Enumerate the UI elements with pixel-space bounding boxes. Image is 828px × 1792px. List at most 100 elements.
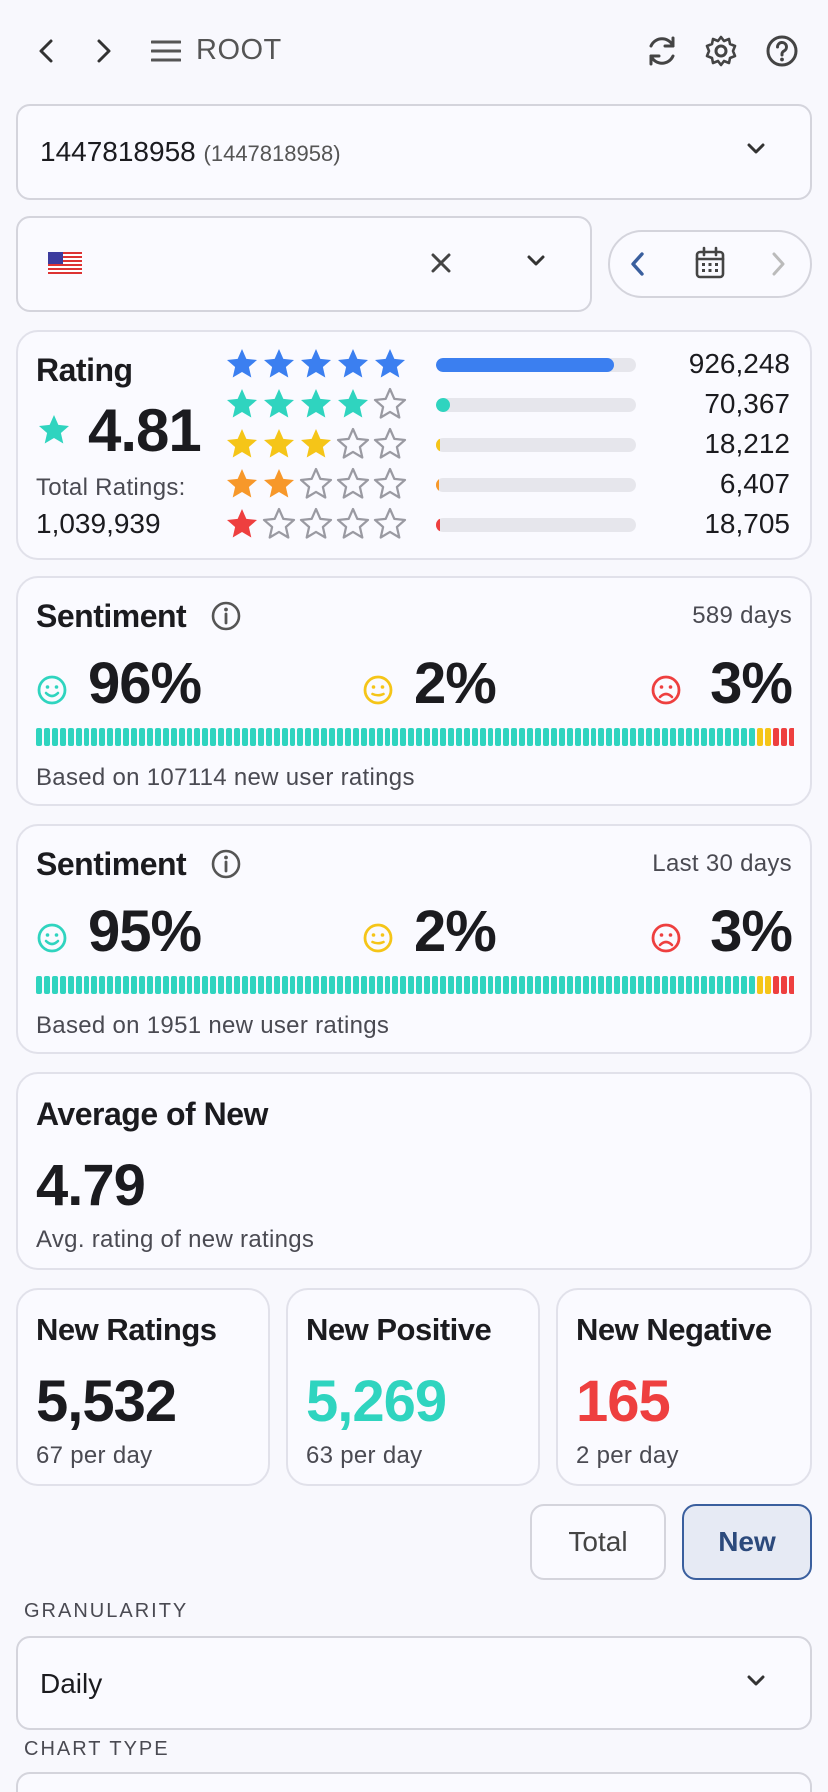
sentiment-segment (622, 976, 629, 994)
sentiment-segment (606, 728, 613, 746)
sentiment-segment (321, 728, 328, 746)
sentiment-segment (329, 976, 336, 994)
next-date-icon[interactable] (768, 250, 788, 283)
star-filled-icon (298, 386, 334, 427)
info-icon[interactable] (210, 848, 242, 885)
sentiment-segment (313, 728, 320, 746)
sentiment-segment (511, 976, 518, 994)
stat-title: New Negative (576, 1312, 772, 1347)
sentiment-segment (107, 976, 114, 994)
rating-distribution-bar (436, 438, 636, 452)
sentiment-segment (661, 976, 668, 994)
star-empty-icon (372, 466, 408, 507)
granularity-select[interactable]: Daily (16, 1636, 812, 1730)
app-select[interactable]: 1447818958 (1447818958) (16, 104, 812, 200)
sentiment-segment (717, 728, 724, 746)
sentiment-segment (440, 976, 446, 994)
chart-type-select[interactable] (16, 1772, 812, 1792)
granularity-label: GRANULARITY (24, 1600, 189, 1622)
clear-icon[interactable] (428, 250, 454, 281)
sentiment-segment (408, 976, 415, 994)
sentiment-segment (788, 976, 794, 994)
gear-icon[interactable] (699, 29, 743, 73)
back-icon[interactable] (24, 29, 68, 73)
sentiment-segment (99, 728, 106, 746)
previous-date-icon[interactable] (628, 250, 648, 283)
sentiment-period: Last 30 days (652, 850, 792, 877)
stat-caption: 63 per day (306, 1442, 423, 1469)
sentiment-segment (503, 976, 510, 994)
sentiment-segment (685, 728, 692, 746)
sentiment-segment (226, 728, 233, 746)
sentiment-segment (511, 728, 518, 746)
star-filled-icon (224, 506, 260, 547)
help-icon[interactable] (760, 29, 804, 73)
sentiment-footer: Based on 1951 new user ratings (36, 1012, 390, 1039)
sentiment-segment (91, 728, 98, 746)
sentiment-segment (479, 976, 486, 994)
country-select[interactable] (16, 216, 592, 312)
new-toggle-button[interactable]: New (682, 1504, 812, 1580)
date-range-control (608, 230, 812, 298)
sentiment-segment (400, 976, 407, 994)
star-filled-icon (335, 386, 371, 427)
rating-count: 926,248 (688, 348, 790, 379)
forward-icon[interactable] (82, 29, 126, 73)
sentiment-segment (51, 728, 58, 746)
average-new-card: Average of New 4.79 Avg. rating of new r… (16, 1072, 812, 1270)
sentiment-segment (471, 728, 478, 746)
sentiment-segment (368, 976, 375, 994)
stat-card-new-ratings: New Ratings 5,532 67 per day (16, 1288, 270, 1486)
sentiment-segment (400, 728, 407, 746)
star-filled-icon (298, 426, 334, 467)
sentiment-segment (741, 976, 747, 994)
star-rating-row (224, 506, 408, 547)
sentiment-segment (519, 728, 526, 746)
sentiment-segment (614, 728, 621, 746)
sentiment-segment (725, 976, 732, 994)
sentiment-segment (677, 728, 684, 746)
sentiment-segment (527, 728, 534, 746)
sentiment-segment (455, 976, 462, 994)
sentiment-segment (289, 976, 296, 994)
sentiment-segment (257, 728, 264, 746)
sentiment-segment (693, 976, 700, 994)
sentiment-segment (305, 976, 312, 994)
menu-icon[interactable] (144, 29, 188, 73)
sentiment-segment (249, 728, 256, 746)
stat-card-new-positive: New Positive 5,269 63 per day (286, 1288, 540, 1486)
sentiment-segment (154, 728, 161, 746)
total-toggle-button[interactable]: Total (530, 1504, 666, 1580)
sentiment-segment (273, 976, 280, 994)
sentiment-segment (99, 976, 106, 994)
sentiment-segment (234, 976, 240, 994)
sentiment-segment (194, 728, 201, 746)
stat-caption: 67 per day (36, 1442, 153, 1469)
calendar-icon[interactable] (694, 246, 726, 285)
sentiment-segment (590, 728, 597, 746)
star-empty-icon (372, 386, 408, 427)
rating-bar-fill (436, 358, 614, 372)
star-filled-icon (224, 346, 260, 387)
sentiment-segment (138, 728, 145, 746)
star-filled-icon (298, 346, 334, 387)
rating-bar-fill (436, 438, 440, 452)
chevron-down-icon (526, 254, 546, 273)
rating-distribution-bar (436, 358, 636, 372)
negative-percent: 3% (710, 899, 793, 964)
info-icon[interactable] (210, 600, 242, 637)
sentiment-segment (653, 976, 660, 994)
star-icon (36, 412, 72, 453)
sentiment-segment (653, 728, 660, 746)
refresh-icon[interactable] (640, 29, 684, 73)
sentiment-segment (495, 728, 502, 746)
sentiment-segment (685, 976, 692, 994)
sentiment-segment (756, 976, 763, 994)
total-ratings-value: 1,039,939 (36, 508, 161, 539)
sentiment-segment (170, 728, 177, 746)
sentiment-segment (574, 728, 581, 746)
neutral-face-icon (362, 674, 394, 706)
star-empty-icon (335, 466, 371, 507)
sentiment-segment (115, 728, 122, 746)
sentiment-segment (677, 976, 684, 994)
